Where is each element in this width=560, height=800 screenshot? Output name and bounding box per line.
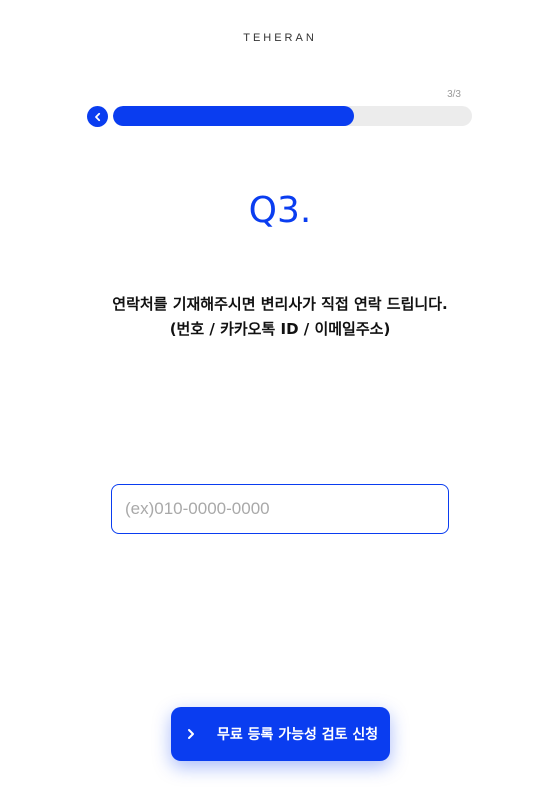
back-button[interactable]: [87, 106, 108, 127]
contact-input[interactable]: [111, 484, 449, 534]
question-line-2: (번호 / 카카오톡 ID / 이메일주소): [169, 320, 391, 338]
survey-page: TEHERAN 3/3 Q3. 연락처를 기재해주시면 변리사가 직접 연락 드…: [0, 0, 560, 800]
submit-label: 무료 등록 가능성 검토 신청: [217, 727, 379, 743]
step-counter: 3/3: [447, 89, 461, 100]
question-text: 연락처를 기재해주시면 변리사가 직접 연락 드립니다. (번호 / 카카오톡 …: [0, 292, 560, 342]
progress-bar: [113, 106, 472, 126]
chevron-right-icon: [183, 726, 199, 742]
chevron-left-icon: [94, 112, 100, 121]
question-line-1: 연락처를 기재해주시면 변리사가 직접 연락 드립니다.: [112, 295, 448, 313]
submit-button[interactable]: 무료 등록 가능성 검토 신청: [171, 707, 390, 761]
brand-logo: TEHERAN: [243, 32, 317, 44]
progress-fill: [113, 106, 354, 126]
question-number: Q3.: [248, 190, 312, 231]
